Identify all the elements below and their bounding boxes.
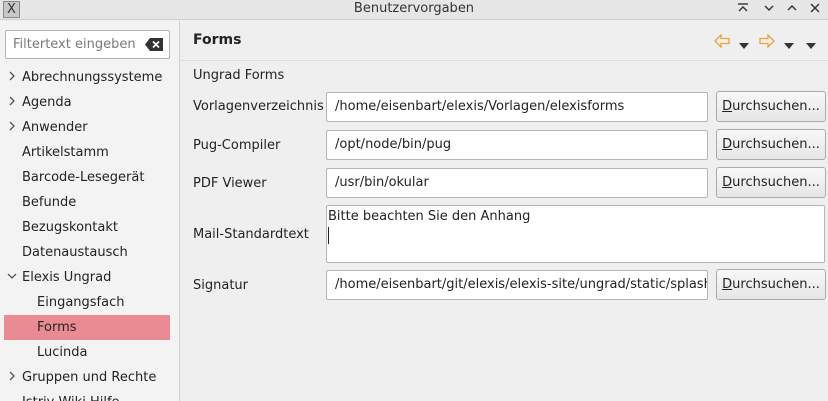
signatur-field[interactable]: /home/eisenbart/git/elexis/elexis-site/u…: [326, 270, 708, 300]
title-bar: X Benutzervorgaben: [0, 0, 828, 20]
sidebar-item-label: Lucinda: [37, 345, 88, 360]
pdf-viewer-label: PDF Viewer: [193, 176, 267, 191]
sidebar-item[interactable]: Eingangsfach: [0, 290, 179, 315]
preference-page: Forms Ungrad Forms Vorlagenverzeichnis /…: [181, 21, 828, 401]
sidebar-item-label: Bezugskontakt: [22, 220, 118, 235]
pug-compiler-label: Pug-Compiler: [193, 138, 281, 153]
sidebar-item[interactable]: Istriy Wiki Hilfe: [0, 390, 179, 401]
chevron-right-icon[interactable]: [7, 365, 17, 390]
sidebar-item-label: Barcode-Lesegerät: [22, 170, 145, 185]
sidebar-item[interactable]: Abrechnungssysteme: [0, 65, 179, 90]
close-icon[interactable]: [806, 1, 824, 19]
sidebar-item[interactable]: Anwender: [0, 115, 179, 140]
browse-signatur-button[interactable]: Durchsuchen...: [716, 269, 826, 300]
mail-standardtext-textarea[interactable]: Bitte beachten Sie den Anhang: [326, 205, 825, 263]
sidebar-item-label: Befunde: [22, 195, 77, 210]
sidebar-item[interactable]: Forms: [4, 315, 170, 340]
keep-above-icon[interactable]: [734, 1, 752, 19]
chevron-right-icon[interactable]: [7, 90, 17, 115]
sidebar-item[interactable]: Barcode-Lesegerät: [0, 165, 179, 190]
vorlagenverzeichnis-label: Vorlagenverzeichnis: [193, 99, 324, 114]
sidebar-item[interactable]: Bezugskontakt: [0, 215, 179, 240]
browse-pug-button[interactable]: Durchsuchen...: [716, 129, 826, 160]
sidebar-item-label: Elexis Ungrad: [22, 270, 112, 285]
signatur-label: Signatur: [193, 278, 249, 293]
page-header: Forms: [181, 21, 828, 61]
sidebar-item[interactable]: Elexis Ungrad: [0, 265, 179, 290]
back-arrow-icon[interactable]: [714, 33, 730, 52]
sidebar-item[interactable]: Befunde: [0, 190, 179, 215]
chevron-down-icon[interactable]: [7, 265, 17, 290]
browse-pdf-button[interactable]: Durchsuchen...: [716, 167, 826, 198]
sidebar-item-label: Istriy Wiki Hilfe: [22, 390, 120, 401]
sidebar-item[interactable]: Gruppen und Rechte: [0, 365, 179, 390]
forward-arrow-icon[interactable]: [759, 33, 775, 52]
text-caret: [328, 227, 329, 244]
preferences-sidebar: Abrechnungssysteme Agenda Anwender Artikels…: [0, 21, 180, 401]
sidebar-item[interactable]: Datenaustausch: [0, 240, 179, 265]
sidebar-item-label: Agenda: [22, 95, 72, 110]
chevron-right-icon[interactable]: [7, 65, 17, 90]
back-menu-chevron-icon[interactable]: [739, 38, 749, 53]
minimize-icon[interactable]: [760, 1, 778, 19]
sidebar-item[interactable]: Agenda: [0, 90, 179, 115]
sidebar-item-label: Eingangsfach: [37, 295, 125, 310]
vorlagenverzeichnis-field[interactable]: /home/eisenbart/elexis/Vorlagen/elexisfo…: [326, 92, 708, 122]
sidebar-item-label: Datenaustausch: [22, 245, 128, 260]
sidebar-item[interactable]: Artikelstamm: [0, 140, 179, 165]
sidebar-item-label: Forms: [37, 320, 77, 335]
sidebar-item-label: Anwender: [22, 120, 88, 135]
forward-menu-chevron-icon[interactable]: [784, 38, 794, 53]
preferences-tree: Abrechnungssysteme Agenda Anwender Artikels…: [0, 65, 179, 401]
maximize-icon[interactable]: [783, 1, 801, 19]
mail-standardtext-value: Bitte beachten Sie den Anhang: [328, 209, 531, 224]
chevron-right-icon[interactable]: [7, 115, 17, 140]
clear-filter-icon[interactable]: [145, 38, 163, 51]
window-title: Benutzervorgaben: [353, 1, 475, 16]
sidebar-item-label: Gruppen und Rechte: [22, 370, 157, 385]
filter-box: [5, 30, 170, 59]
filter-input[interactable]: [6, 31, 140, 58]
view-menu-chevron-icon[interactable]: [806, 38, 816, 53]
group-title: Ungrad Forms: [193, 68, 285, 83]
pug-compiler-field[interactable]: /opt/node/bin/pug: [326, 130, 708, 160]
pdf-viewer-field[interactable]: /usr/bin/okular: [326, 168, 708, 198]
sidebar-item[interactable]: Lucinda: [0, 340, 179, 365]
sidebar-item-label: Abrechnungssysteme: [22, 70, 163, 85]
mail-standardtext-label: Mail-Standardtext: [193, 227, 309, 242]
page-title: Forms: [193, 32, 242, 48]
browse-vorlagen-button[interactable]: Durchsuchen...: [716, 91, 826, 122]
sidebar-item-label: Artikelstamm: [22, 145, 109, 160]
